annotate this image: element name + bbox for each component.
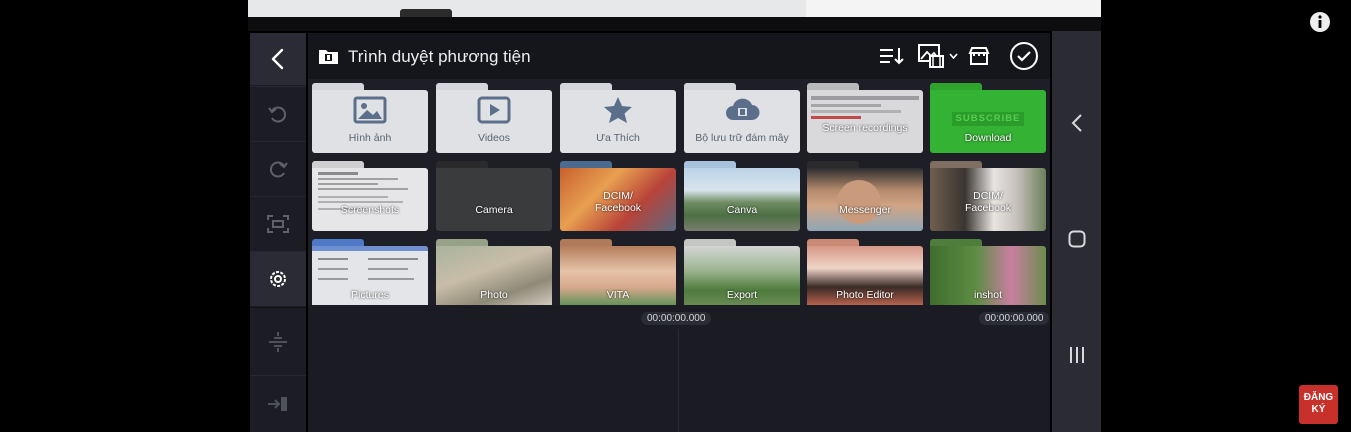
folder-label: Screen recordings: [822, 122, 908, 134]
folder-label: Messenger: [839, 204, 891, 216]
home-square-icon: [1068, 230, 1085, 248]
folder-screen-recordings[interactable]: Screen recordings: [807, 83, 923, 153]
insert-arrow-icon: [268, 397, 287, 411]
nav-back-button[interactable]: [1052, 114, 1101, 132]
folder-photo-editor[interactable]: Photo Editor: [807, 239, 923, 309]
media-browser-header: Trình duyệt phương tiện: [308, 33, 1050, 79]
folder-camera[interactable]: Camera: [436, 161, 552, 231]
folder-label: DCIM/ Facebook: [594, 190, 642, 214]
folder-label: Export: [726, 289, 758, 301]
folder-label: inshot: [973, 289, 1003, 301]
folder-cloud-storage[interactable]: Bộ lưu trữ đám mây: [684, 83, 800, 153]
folder-label: Canva: [726, 204, 758, 216]
asset-store-button[interactable]: [968, 45, 990, 67]
folder-label: Download: [964, 132, 1012, 144]
nav-recents-button[interactable]: [1052, 346, 1101, 364]
folder-label: Pictures: [351, 289, 389, 301]
folder-label: VITA: [606, 289, 630, 301]
recents-icon: [1069, 347, 1084, 363]
folder-label: Hình ảnh: [348, 132, 392, 144]
gear-icon: [270, 271, 286, 287]
media-filter-dropdown[interactable]: [917, 43, 959, 69]
folder-inshot[interactable]: inshot: [930, 239, 1046, 309]
chevron-left-icon: [1071, 114, 1082, 132]
phone-top-highlight: [806, 0, 1101, 17]
folder-label: Photo Editor: [836, 289, 894, 301]
screenshot-frame-icon: [267, 215, 289, 233]
check-circle-icon: [1010, 42, 1038, 70]
folder-photo[interactable]: Photo: [436, 239, 552, 309]
chevron-down-icon: [949, 53, 958, 59]
sort-button[interactable]: [878, 45, 904, 67]
back-button[interactable]: [250, 33, 306, 85]
folder-pictures[interactable]: Pictures: [312, 239, 428, 309]
film-folder-icon: [319, 50, 338, 64]
folder-videos[interactable]: Videos: [436, 83, 552, 153]
folder-export[interactable]: Export: [684, 239, 800, 309]
folder-label: Screenshots: [340, 204, 400, 216]
timeline-divider: [678, 329, 679, 432]
timecode-left: 00:00:00.000: [641, 312, 712, 325]
timecode-right: 00:00:00.000: [979, 312, 1050, 325]
folder-dcim-facebook-2[interactable]: DCIM/ Facebook: [930, 161, 1046, 231]
folder-label: DCIM/ Facebook: [964, 190, 1012, 214]
folder-label: Camera: [475, 204, 513, 216]
confirm-button[interactable]: [1009, 41, 1039, 71]
redo-icon: [270, 161, 288, 178]
star-icon: [604, 97, 632, 123]
cloud-icon: [726, 98, 760, 120]
photo-video-filter-icon: [918, 44, 944, 68]
info-icon: [1310, 12, 1330, 32]
folder-images[interactable]: Hình ảnh: [312, 83, 428, 153]
folder-screenshots[interactable]: Screenshots: [312, 161, 428, 231]
insert-clip-button[interactable]: [250, 376, 306, 432]
folder-label: Videos: [478, 132, 510, 144]
redo-button[interactable]: [250, 142, 306, 196]
folder-label: Bộ lưu trữ đám mây: [695, 132, 789, 144]
subscribe-overlay-text: SUBSCRIBE: [952, 112, 1024, 126]
left-toolbar: [250, 33, 306, 432]
timeline: 00:00:00.000 00:00:00.000: [308, 305, 1050, 432]
folder-favorites[interactable]: Ưa Thích: [560, 83, 676, 153]
folder-grid: Hình ảnh Videos Ưa Thích Bộ lưu trữ đám …: [308, 79, 1050, 343]
phone-top-bezel: [248, 0, 1101, 17]
chevron-left-icon: [271, 48, 284, 70]
folder-download[interactable]: SUBSCRIBE Download: [930, 83, 1046, 153]
settings-button[interactable]: [250, 252, 306, 306]
undo-button[interactable]: [250, 87, 306, 141]
video-info-button[interactable]: [1309, 11, 1331, 33]
folder-label: Ưa Thích: [596, 132, 640, 144]
split-icon: [269, 332, 287, 352]
image-icon: [353, 96, 387, 124]
play-icon: [477, 96, 511, 124]
android-nav-bar: [1052, 31, 1101, 432]
phone-camera-notch: [400, 9, 452, 17]
split-layer-button[interactable]: [250, 309, 306, 375]
subscribe-badge[interactable]: ĐĂNG KÝ: [1299, 385, 1338, 424]
folder-vita[interactable]: VITA: [560, 239, 676, 309]
undo-icon: [268, 106, 286, 123]
store-icon: [968, 47, 990, 65]
page-title: Trình duyệt phương tiện: [348, 47, 531, 66]
folder-canva[interactable]: Canva: [684, 161, 800, 231]
folder-messenger[interactable]: Messenger: [807, 161, 923, 231]
folder-label: Photo: [480, 289, 508, 301]
nav-home-button[interactable]: [1052, 230, 1101, 248]
phone-bezel: [248, 17, 1101, 31]
folder-dcim-facebook[interactable]: DCIM/ Facebook: [560, 161, 676, 231]
sort-icon: [880, 48, 904, 65]
media-browser-panel: Trình duyệt phương tiện Hình ảnh Videos …: [308, 33, 1050, 432]
capture-frame-button[interactable]: [250, 197, 306, 251]
